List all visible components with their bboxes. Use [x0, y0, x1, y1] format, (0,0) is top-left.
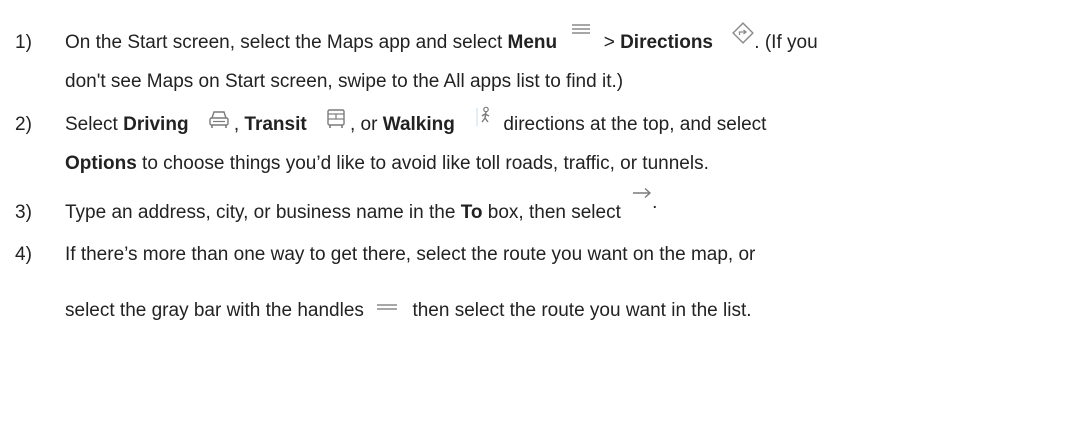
options-label: Options [65, 153, 137, 174]
handles-icon [377, 303, 398, 311]
driving-label: Driving [123, 114, 189, 135]
step-1-line-1: On the Start screen, select the Maps app… [65, 22, 818, 56]
step-4-line-2: select the gray bar with the handles the… [65, 300, 752, 321]
directions-icon [732, 22, 755, 44]
step-number: 2) [15, 114, 32, 135]
menu-icon [572, 23, 591, 35]
directions-label: Directions [620, 32, 713, 53]
walking-icon [476, 106, 494, 128]
step-2-line-2: Options to choose things you’d like to a… [65, 153, 709, 174]
step-number: 4) [15, 244, 32, 265]
arrow-right-icon [632, 187, 652, 199]
step-1-line-2: don't see Maps on Start screen, swipe to… [65, 71, 624, 92]
to-label: To [460, 202, 483, 223]
step-4-line-1: If there’s more than one way to get ther… [65, 244, 756, 265]
step-number: 3) [15, 202, 32, 223]
step-3-line-1: Type an address, city, or business name … [65, 187, 657, 226]
menu-label: Menu [507, 32, 558, 53]
step-number: 1) [15, 32, 32, 53]
walking-label: Walking [382, 114, 455, 135]
step-2-line-1: Select Driving , Transit , or Walking di… [65, 106, 766, 138]
transit-label: Transit [244, 114, 307, 135]
bus-icon [326, 108, 346, 130]
car-icon [208, 109, 230, 129]
